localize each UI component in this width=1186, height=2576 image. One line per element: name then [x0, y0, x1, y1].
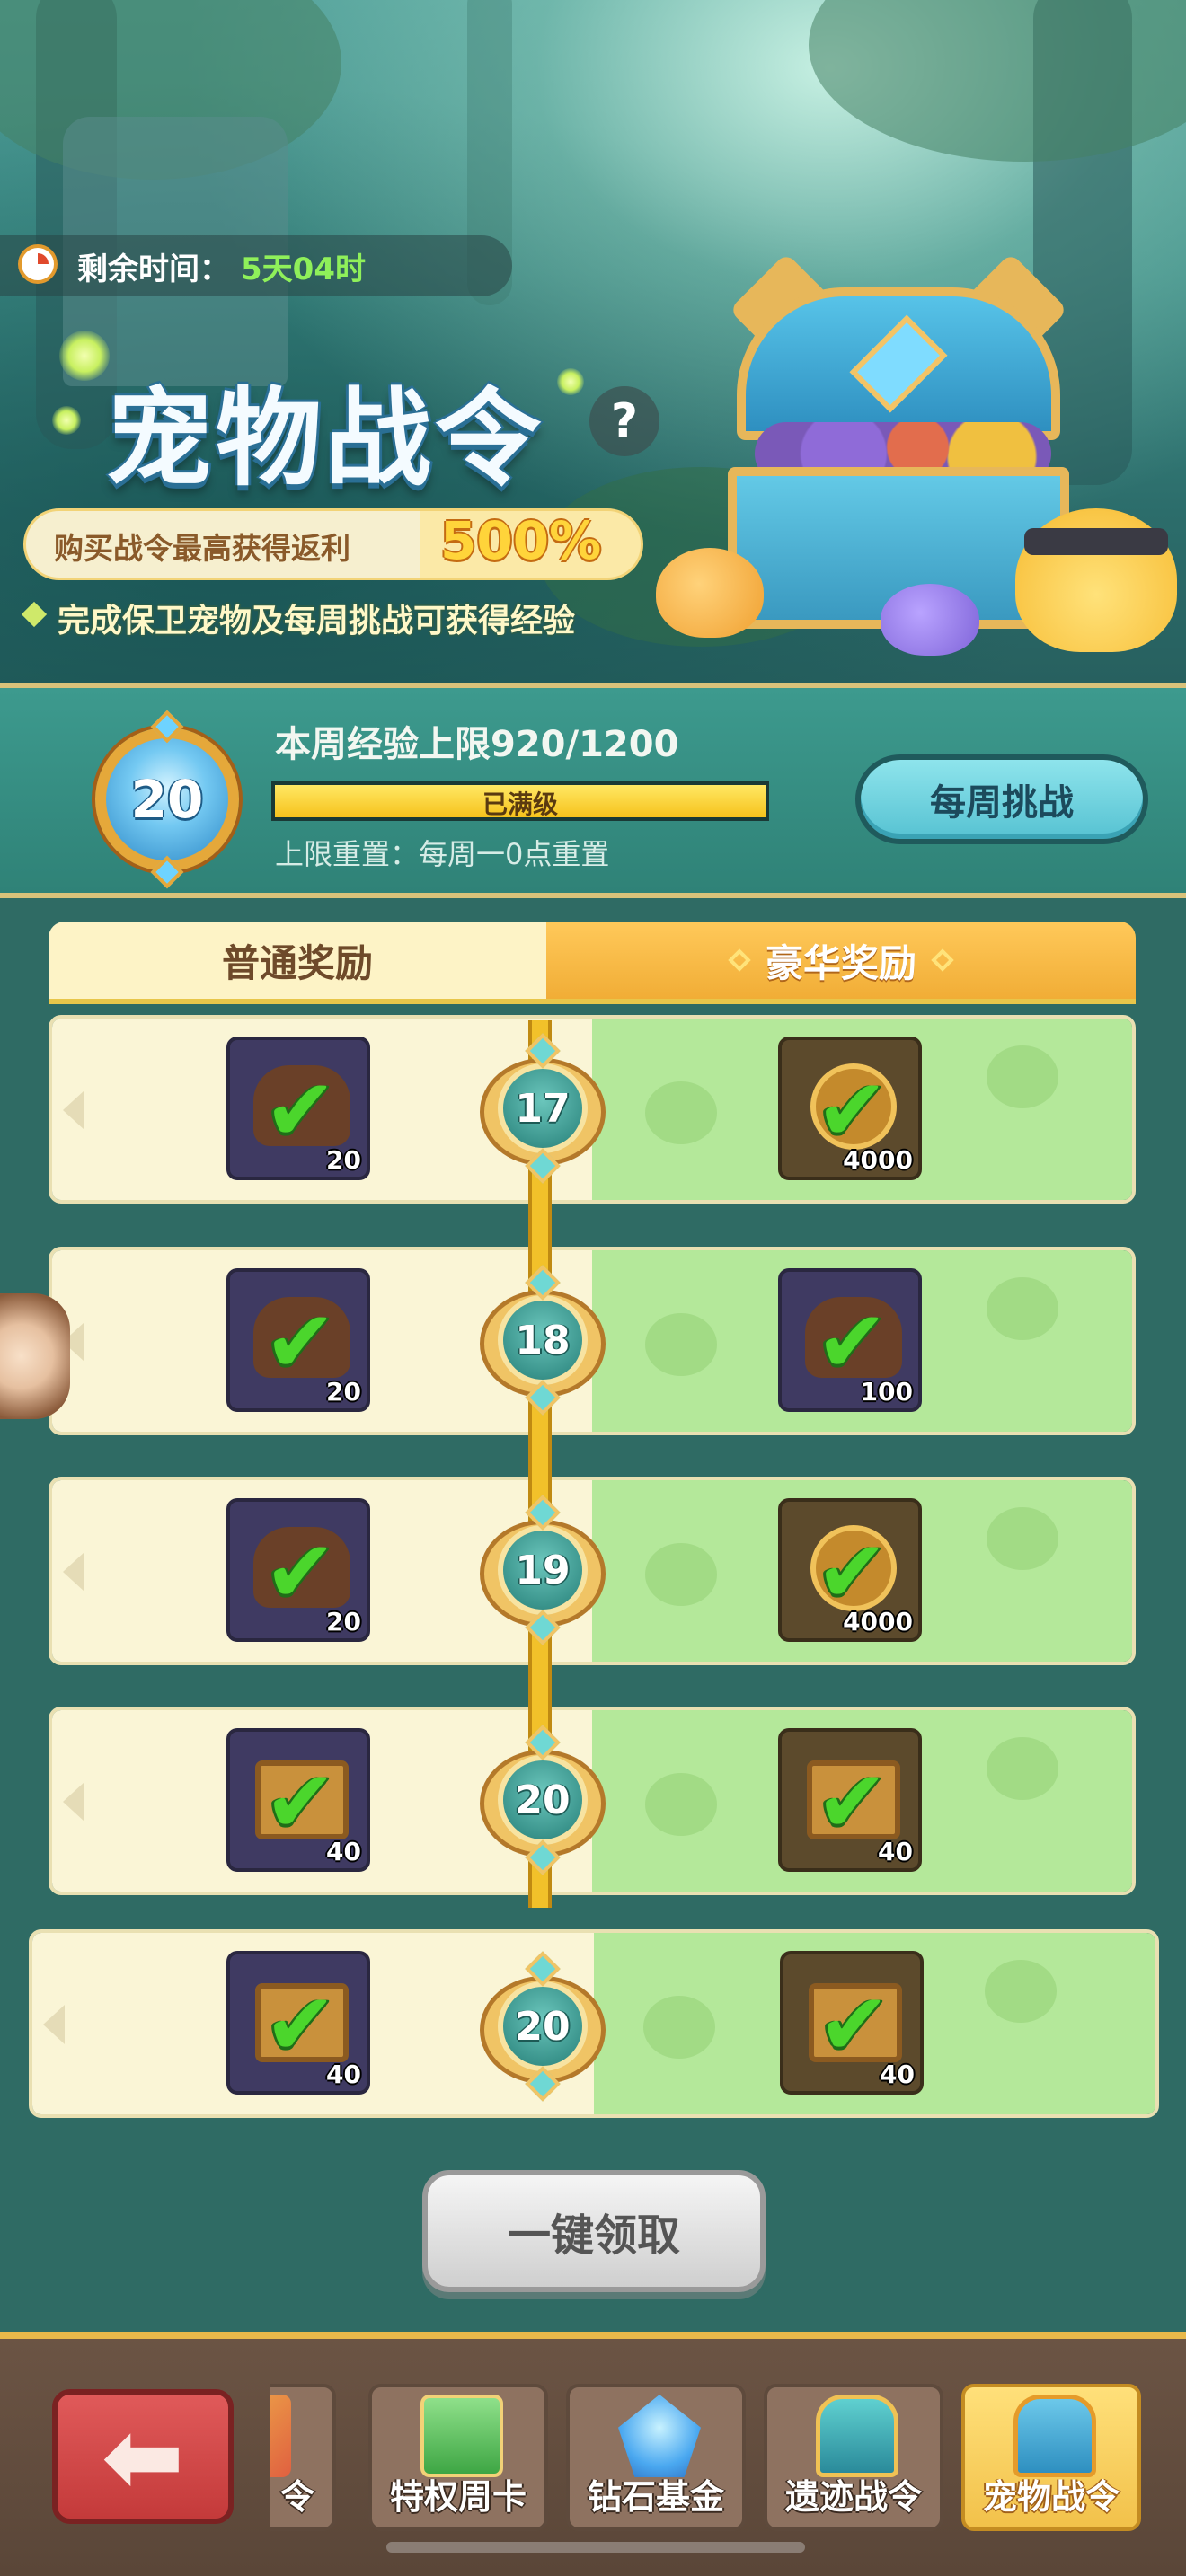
paw-print-icon: [985, 1960, 1057, 2023]
timer-value: 5天04时: [241, 251, 366, 287]
rebate-value: 500%: [440, 510, 602, 571]
exp-hint-text: 完成保卫宠物及每周挑战可获得经验: [58, 603, 576, 640]
reward-quantity: 100: [860, 1377, 913, 1407]
paw-print-icon: [643, 1996, 715, 2059]
orange-slime-pet: [656, 548, 764, 638]
nav-tab-label: 特权周卡: [389, 2477, 527, 2517]
reward-quantity: 20: [326, 1145, 361, 1175]
claimed-check-icon: ✔: [264, 1751, 337, 1852]
level-node: 18: [473, 1265, 613, 1416]
nav-tab-pet-pass[interactable]: 宠物战令: [961, 2384, 1141, 2531]
foliage: [809, 0, 1186, 162]
normal-reward-item[interactable]: ✔ 20: [226, 1268, 370, 1412]
normal-reward-item[interactable]: ✔ 40: [226, 1951, 370, 2095]
luxury-reward-item[interactable]: ✔ 40: [780, 1951, 924, 2095]
normal-reward-item[interactable]: ✔ 20: [226, 1037, 370, 1180]
nav-tabs-scroller[interactable]: 令 特权周卡 钻石基金 遗迹战令 宠物战令: [270, 2371, 1186, 2551]
paw-print-icon: [645, 1773, 717, 1836]
back-arrow-icon: ⬅: [101, 2399, 185, 2514]
reward-quantity: 40: [326, 2060, 361, 2089]
nav-tab-weekly-card[interactable]: 特权周卡: [368, 2384, 548, 2531]
normal-reward-item[interactable]: ✔ 40: [226, 1728, 370, 1872]
paw-print-icon: [987, 1737, 1058, 1800]
level-node: 20: [473, 1725, 613, 1875]
level-node-number: 17: [515, 1085, 571, 1132]
claimed-check-icon: ✔: [818, 1974, 890, 2075]
level-node: 20: [473, 1951, 613, 2102]
claim-all-button[interactable]: 一键领取: [422, 2170, 766, 2292]
reward-quantity: 40: [880, 2060, 915, 2089]
exp-bar-text: 已满级: [482, 790, 558, 819]
weekly-challenge-button[interactable]: 每周挑战: [855, 754, 1148, 844]
reward-quantity: 4000: [843, 1145, 913, 1175]
level-node: 17: [473, 1033, 613, 1184]
purple-mystery-pet: [881, 584, 979, 656]
claimed-check-icon: ✔: [264, 1522, 337, 1622]
crown-card-icon: [420, 2395, 503, 2477]
luxury-reward-item[interactable]: ✔ 40: [778, 1728, 922, 1872]
nav-tab-label: 钻石基金: [587, 2477, 724, 2517]
reward-quantity: 40: [326, 1837, 361, 1866]
nav-tab-diamond-fund[interactable]: 钻石基金: [566, 2384, 746, 2531]
claimed-check-icon: ✔: [816, 1522, 889, 1622]
reward-quantity: 20: [326, 1607, 361, 1636]
nav-tab-partial[interactable]: 令: [270, 2384, 336, 2531]
light-orb: [59, 331, 110, 381]
nav-tab-label: 遗迹战令: [784, 2477, 922, 2517]
nav-tab-relic-pass[interactable]: 遗迹战令: [764, 2384, 943, 2531]
luxury-reward-item[interactable]: ✔ 100: [778, 1268, 922, 1412]
paw-print-icon: [645, 1081, 717, 1144]
reward-quantity: 40: [878, 1837, 913, 1866]
current-level: 20: [130, 769, 204, 830]
clock-icon: [18, 244, 58, 284]
paw-print-icon: [645, 1313, 717, 1376]
level-node-number: 19: [515, 1547, 571, 1593]
pet-chest-icon: [1013, 2395, 1096, 2477]
reset-text: 上限重置：每周一0点重置: [275, 837, 610, 871]
reward-quantity: 4000: [843, 1607, 913, 1636]
light-orb: [52, 406, 81, 435]
ninja-cat-pet: [1015, 508, 1177, 652]
claimed-check-icon: ✔: [816, 1060, 889, 1160]
level-node-number: 18: [515, 1317, 571, 1363]
light-orb: [557, 368, 584, 395]
weekly-exp-cap: 本周经验上限920/1200: [275, 724, 679, 765]
claimed-check-icon: ✔: [816, 1751, 889, 1852]
rebate-text: 购买战令最高获得返利: [54, 531, 350, 566]
diamond-icon: [728, 948, 751, 972]
level-node: 19: [473, 1495, 613, 1645]
luxury-reward-item[interactable]: ✔ 4000: [778, 1037, 922, 1180]
normal-reward-item[interactable]: ✔ 20: [226, 1498, 370, 1642]
paw-print-icon: [645, 1543, 717, 1606]
tab-luxury-rewards[interactable]: 豪华奖励: [546, 922, 1136, 1004]
help-icon[interactable]: ?: [589, 386, 659, 456]
reward-quantity: 20: [326, 1377, 361, 1407]
tab-normal-rewards[interactable]: 普通奖励: [49, 922, 546, 1004]
side-character-avatar[interactable]: [0, 1293, 70, 1419]
claimed-check-icon: ✔: [816, 1292, 889, 1392]
relic-chest-icon: [816, 2395, 898, 2477]
back-button[interactable]: ⬅: [52, 2389, 234, 2524]
claimed-check-icon: ✔: [264, 1974, 337, 2075]
paw-print-icon: [987, 1045, 1058, 1108]
nav-tab-label: 宠物战令: [982, 2477, 1120, 2517]
level-node-number: 20: [515, 2003, 571, 2050]
paw-print-icon: [987, 1507, 1058, 1570]
diamond-pile-icon: [618, 2395, 701, 2477]
claimed-check-icon: ✔: [264, 1292, 337, 1392]
timer-label: 剩余时间：: [77, 251, 230, 287]
diamond-icon: [931, 948, 954, 972]
claimed-check-icon: ✔: [264, 1060, 337, 1160]
home-indicator: [386, 2542, 805, 2553]
partial-tab-icon: [270, 2395, 291, 2477]
luxury-reward-item[interactable]: ✔ 4000: [778, 1498, 922, 1642]
tab-luxury-label: 豪华奖励: [765, 940, 916, 985]
nav-tab-partial-label: 令: [279, 2477, 314, 2517]
level-node-number: 20: [515, 1777, 571, 1823]
paw-print-icon: [987, 1277, 1058, 1340]
event-title: 宠物战令: [106, 376, 545, 500]
